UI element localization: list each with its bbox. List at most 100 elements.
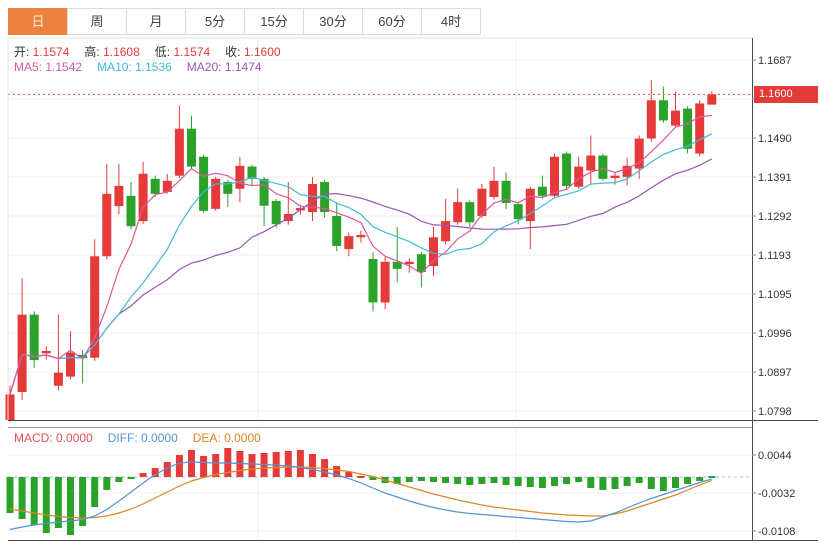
macd-bar (527, 477, 534, 487)
macd-bar (418, 477, 425, 481)
macd-bar (551, 477, 558, 486)
macd-axis-label: -0.0108 (758, 526, 795, 538)
macd-bar (660, 477, 667, 491)
candle (66, 353, 75, 377)
macd-bar (309, 454, 316, 477)
candle (344, 236, 353, 249)
macd-bar (285, 451, 292, 477)
macd-axis-label: -0.0032 (758, 488, 795, 500)
candle (550, 157, 559, 196)
candle (272, 201, 281, 224)
candle (369, 259, 378, 302)
macd-bar (115, 477, 122, 482)
macd-bar (696, 477, 703, 481)
timeframe-tab-2[interactable]: 月 (126, 8, 186, 35)
macd-bar (539, 477, 546, 488)
macd-bar (43, 477, 50, 533)
macd-bar (200, 456, 207, 477)
candle (453, 202, 462, 222)
candle (562, 154, 571, 186)
candle (114, 186, 123, 206)
macd-bar (563, 477, 570, 484)
timeframe-tab-6[interactable]: 60分 (362, 8, 422, 35)
candle (18, 315, 27, 392)
price-axis-label: 1.1292 (758, 211, 792, 223)
candle (526, 189, 535, 221)
candle (611, 176, 620, 178)
ohlc-item-3: 收: 1.1600 (225, 43, 280, 60)
macd-bar (624, 477, 631, 486)
candle (6, 394, 15, 420)
macd-bar (466, 477, 473, 485)
macd-axis-label: 0.0044 (758, 450, 792, 462)
diff-line (10, 462, 712, 530)
ma-item-2: MA20: 1.1474 (187, 60, 262, 74)
macd-bar (672, 477, 679, 488)
macd-bar (67, 477, 74, 535)
candle (187, 129, 196, 167)
macd-bar (599, 477, 606, 490)
ma-item-0: MA5: 1.1542 (14, 60, 82, 74)
price-axis-label: 1.1391 (758, 172, 792, 184)
candle (235, 166, 244, 189)
price-axis-label: 1.0798 (758, 406, 792, 418)
timeframe-tab-1[interactable]: 周 (67, 8, 127, 35)
candle (163, 181, 172, 192)
candle (671, 111, 680, 126)
candle (199, 157, 208, 211)
timeframe-tab-0[interactable]: 日 (8, 8, 68, 35)
ohlc-item-2: 低: 1.1574 (155, 43, 210, 60)
candle (30, 315, 39, 360)
macd-bar (91, 477, 98, 507)
timeframe-tab-5[interactable]: 30分 (303, 8, 363, 35)
macdr-item-2: DEA: 0.0000 (193, 431, 261, 445)
candle (538, 187, 547, 196)
macd-bar (515, 477, 522, 486)
macd-bar (31, 477, 38, 525)
price-axis-label: 1.1095 (758, 289, 792, 301)
timeframe-tab-3[interactable]: 5分 (185, 8, 245, 35)
macd-bar (648, 477, 655, 489)
macd-bar (249, 454, 256, 477)
macd-bar (491, 477, 498, 483)
candle (127, 196, 136, 226)
ohlc-readout: 开: 1.1574 高: 1.1608 低: 1.1574 收: 1.1600 (14, 43, 296, 60)
ohlc-item-0: 开: 1.1574 (14, 43, 69, 60)
candle (260, 179, 269, 206)
candle (332, 216, 341, 246)
price-axis-label: 1.0996 (758, 328, 792, 340)
macd-bar (442, 477, 449, 483)
macd-bar (19, 477, 26, 519)
candle (695, 103, 704, 153)
timeframe-tab-4[interactable]: 15分 (244, 8, 304, 35)
macd-bar (140, 473, 147, 477)
macd-bar (430, 477, 437, 482)
macd-bar (684, 477, 691, 484)
timeframe-tab-7[interactable]: 4时 (421, 8, 481, 35)
candle (139, 174, 148, 221)
candle (405, 262, 414, 264)
macd-bar (176, 455, 183, 477)
macd-bar (357, 476, 364, 478)
ma-item-1: MA10: 1.1536 (97, 60, 172, 74)
price-axis-label: 1.1193 (758, 250, 791, 262)
macd-bar (188, 450, 195, 477)
ohlc-item-1: 高: 1.1608 (84, 43, 139, 60)
macd-bar (103, 477, 110, 490)
candle (175, 129, 184, 176)
price-axis-label: 1.1490 (758, 133, 792, 145)
macd-bar (708, 476, 715, 478)
current-price-tag: 1.1600 (754, 86, 818, 103)
macd-readout: MACD: 0.0000DIFF: 0.0000DEA: 0.0000 (14, 431, 276, 445)
candle (659, 100, 668, 120)
candle (54, 373, 63, 386)
candle (683, 109, 692, 149)
candle (647, 100, 656, 138)
macd-bar (478, 477, 485, 484)
chart-window: 1.16871.15891.14901.13911.12921.11931.10… (0, 0, 820, 546)
macd-bar (454, 477, 461, 484)
price-axis-label: 1.1687 (758, 55, 792, 67)
candle (586, 156, 595, 171)
candlestick-chart[interactable]: 1.16871.15891.14901.13911.12921.11931.10… (0, 0, 820, 546)
macd-bar (612, 477, 619, 489)
